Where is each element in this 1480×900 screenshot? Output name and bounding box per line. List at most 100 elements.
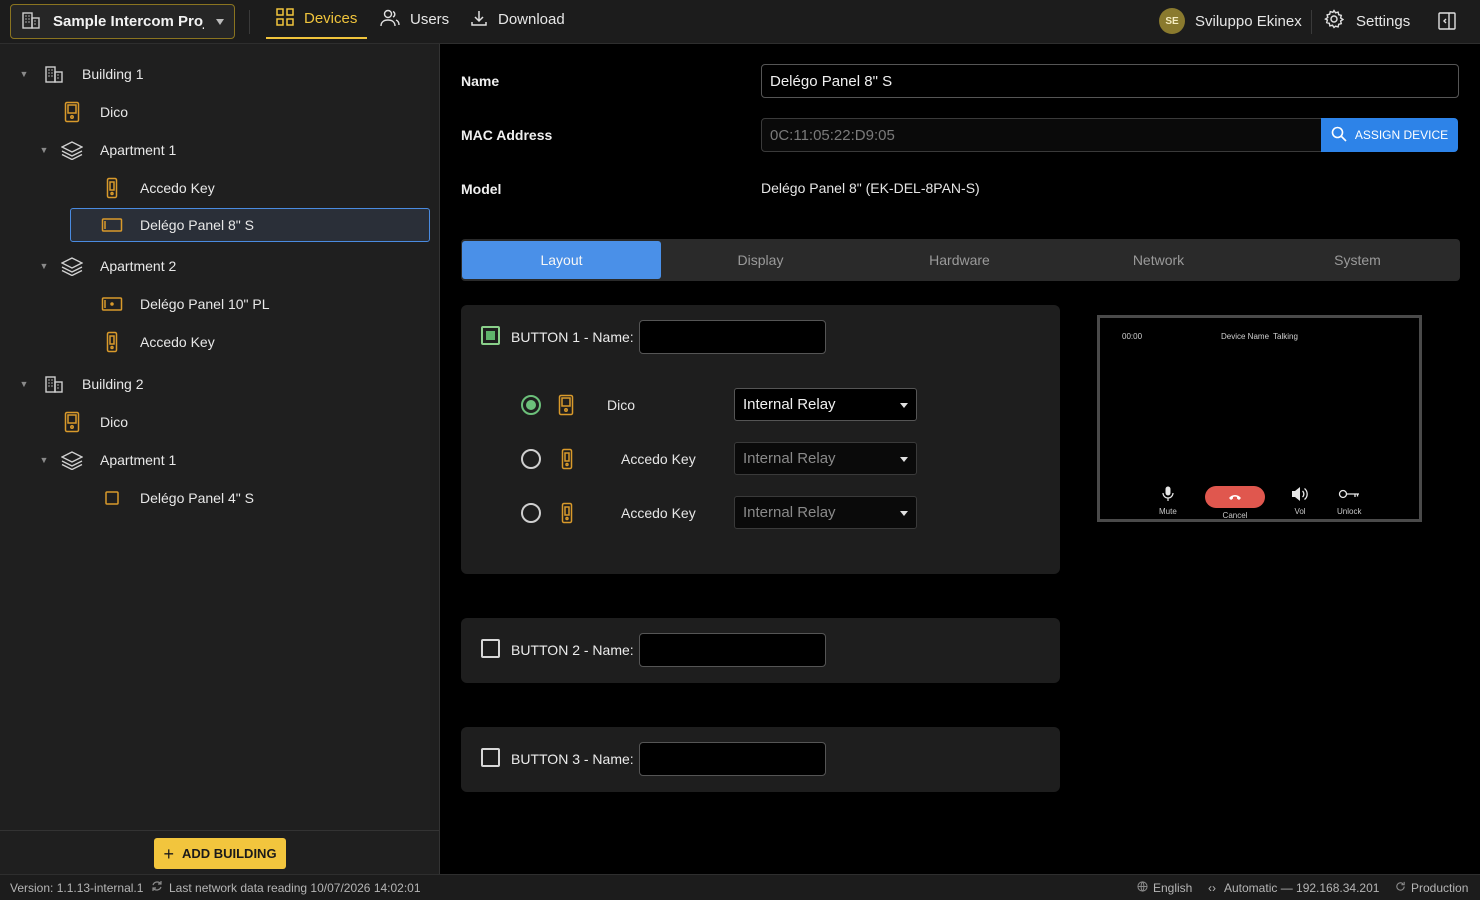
button-1-name-input[interactable] [639, 320, 826, 354]
preview-volume: Vol [1291, 486, 1309, 516]
nav-tab-label: Devices [304, 10, 358, 27]
preview-cancel-label: Cancel [1222, 511, 1248, 520]
relay-select[interactable]: Internal Relay [734, 442, 917, 475]
caret-down-icon[interactable]: ▼ [14, 379, 34, 389]
button-3-label: BUTTON 3 - Name: [511, 751, 634, 767]
preview-unlock-label: Unlock [1337, 507, 1362, 516]
mac-address-field[interactable]: 0C:11:05:22:D9:05 [761, 118, 1323, 152]
relay-select[interactable]: Internal Relay [734, 496, 917, 529]
top-bar: Sample Intercom Proj... Devices Users Do… [0, 0, 1480, 44]
nav-tab-devices[interactable]: Devices [266, 0, 368, 39]
tree-item-delego-panel-8-s[interactable]: Delégo Panel 8" S [70, 208, 430, 242]
button-3-checkbox[interactable] [481, 748, 500, 767]
accedo-key-icon [561, 448, 573, 473]
tree-item-apartment-2[interactable]: ▼ Apartment 2 [34, 249, 176, 283]
add-building-label: ADD BUILDING [181, 846, 277, 861]
tab-system[interactable]: System [1258, 241, 1457, 279]
device-radio-accedo-key[interactable] [521, 449, 541, 469]
environment-icon [1395, 881, 1406, 895]
tab-display[interactable]: Display [661, 241, 860, 279]
building-icon [42, 62, 66, 86]
layers-icon [60, 254, 84, 278]
caret-down-icon[interactable]: ▼ [14, 69, 34, 79]
name-field[interactable]: Delégo Panel 8" S [761, 64, 1459, 98]
tree-item-apartment-1[interactable]: ▼ Apartment 1 [34, 133, 176, 167]
tree-item-delego-panel-4-s[interactable]: Delégo Panel 4" S [100, 481, 254, 515]
model-label: Model [461, 181, 502, 197]
name-label: Name [461, 73, 500, 89]
tree-item-accedo-key[interactable]: Accedo Key [100, 171, 215, 205]
gear-icon [1324, 9, 1345, 33]
button-2-checkbox[interactable] [481, 639, 500, 658]
tab-layout[interactable]: Layout [462, 241, 661, 279]
key-icon [1338, 486, 1360, 504]
project-selector[interactable]: Sample Intercom Proj... [10, 4, 235, 39]
sidebar-footer: + ADD BUILDING [0, 830, 440, 874]
tree-item-label: Dico [100, 104, 129, 120]
caret-down-icon[interactable]: ▼ [34, 455, 54, 465]
relay-value: Internal Relay [743, 504, 836, 521]
add-building-button[interactable]: + ADD BUILDING [154, 838, 286, 869]
project-name: Sample Intercom Proj... [53, 13, 204, 30]
button-3-card: BUTTON 3 - Name: [461, 727, 1060, 792]
device-tree-sidebar: ▼ Building 1 Dico ▼ Apartment 1 Accedo K… [0, 44, 440, 874]
panel-small-icon [100, 486, 124, 510]
microphone-icon [1162, 486, 1174, 504]
preview-mute-label: Mute [1159, 507, 1177, 516]
language-selector[interactable]: English [1153, 881, 1192, 895]
tab-hardware[interactable]: Hardware [860, 241, 1059, 279]
tree-item-label: Accedo Key [140, 180, 215, 196]
preview-time: 00:00 [1122, 332, 1143, 341]
environment-label[interactable]: Production [1411, 881, 1468, 895]
nav-tab-users[interactable]: Users [370, 0, 459, 39]
user-menu[interactable]: SE Sviluppo Ekinex [1159, 8, 1302, 34]
nav-tab-label: Users [410, 11, 450, 28]
divider [249, 10, 250, 34]
tree-item-label: Apartment 1 [100, 142, 177, 158]
tree-item-building-1[interactable]: ▼ Building 1 [14, 57, 144, 91]
tree-item-delego-panel-10-pl[interactable]: Delégo Panel 10" PL [100, 287, 270, 321]
device-radio-dico[interactable] [521, 395, 541, 415]
caret-down-icon [900, 511, 908, 516]
button-2-name-input[interactable] [639, 633, 826, 667]
plus-icon: + [163, 843, 174, 864]
assign-device-button[interactable]: ASSIGN DEVICE [1321, 118, 1458, 152]
user-name: Sviluppo Ekinex [1195, 12, 1302, 30]
network-mode[interactable]: Automatic — 192.168.34.201 [1224, 881, 1379, 895]
tree-item-dico[interactable]: Dico [60, 405, 128, 439]
relay-value: Internal Relay [743, 396, 836, 413]
caret-down-icon [900, 403, 908, 408]
grid-icon [276, 7, 294, 30]
button-2-label: BUTTON 2 - Name: [511, 642, 634, 658]
nav-tab-download[interactable]: Download [460, 0, 575, 39]
relay-select[interactable]: Internal Relay [734, 388, 917, 421]
tree-item-dico[interactable]: Dico [60, 95, 128, 129]
preview-status: Talking [1273, 332, 1298, 341]
preview-volume-label: Vol [1294, 507, 1306, 516]
device-radio-accedo-key[interactable] [521, 503, 541, 523]
tab-network[interactable]: Network [1059, 241, 1258, 279]
caret-down-icon [900, 457, 908, 462]
settings-button[interactable]: Settings [1324, 8, 1410, 34]
panel-collapse-icon[interactable] [1437, 11, 1457, 34]
button-1-label: BUTTON 1 - Name: [511, 329, 634, 345]
download-icon [470, 9, 488, 31]
tree-item-apartment-1[interactable]: ▼ Apartment 1 [34, 443, 176, 477]
speaker-icon [1291, 486, 1309, 504]
accedo-key-icon [100, 176, 124, 200]
preview-device-name: Device Name [1221, 332, 1270, 341]
caret-down-icon[interactable]: ▼ [34, 261, 54, 271]
button-3-name-input[interactable] [639, 742, 826, 776]
device-name: Dico [607, 397, 636, 413]
button-1-checkbox[interactable] [481, 326, 500, 345]
hang-up-icon [1205, 486, 1265, 508]
building-icon [21, 10, 41, 33]
caret-down-icon[interactable]: ▼ [34, 145, 54, 155]
preview-mute: Mute [1159, 486, 1177, 516]
tree-item-label: Delégo Panel 8" S [140, 217, 254, 233]
tree-item-building-2[interactable]: ▼ Building 2 [14, 367, 144, 401]
tree-item-accedo-key[interactable]: Accedo Key [100, 325, 215, 359]
version-text: Version: 1.1.13-internal.1 [10, 881, 144, 895]
layers-icon [60, 138, 84, 162]
settings-label: Settings [1356, 12, 1411, 30]
